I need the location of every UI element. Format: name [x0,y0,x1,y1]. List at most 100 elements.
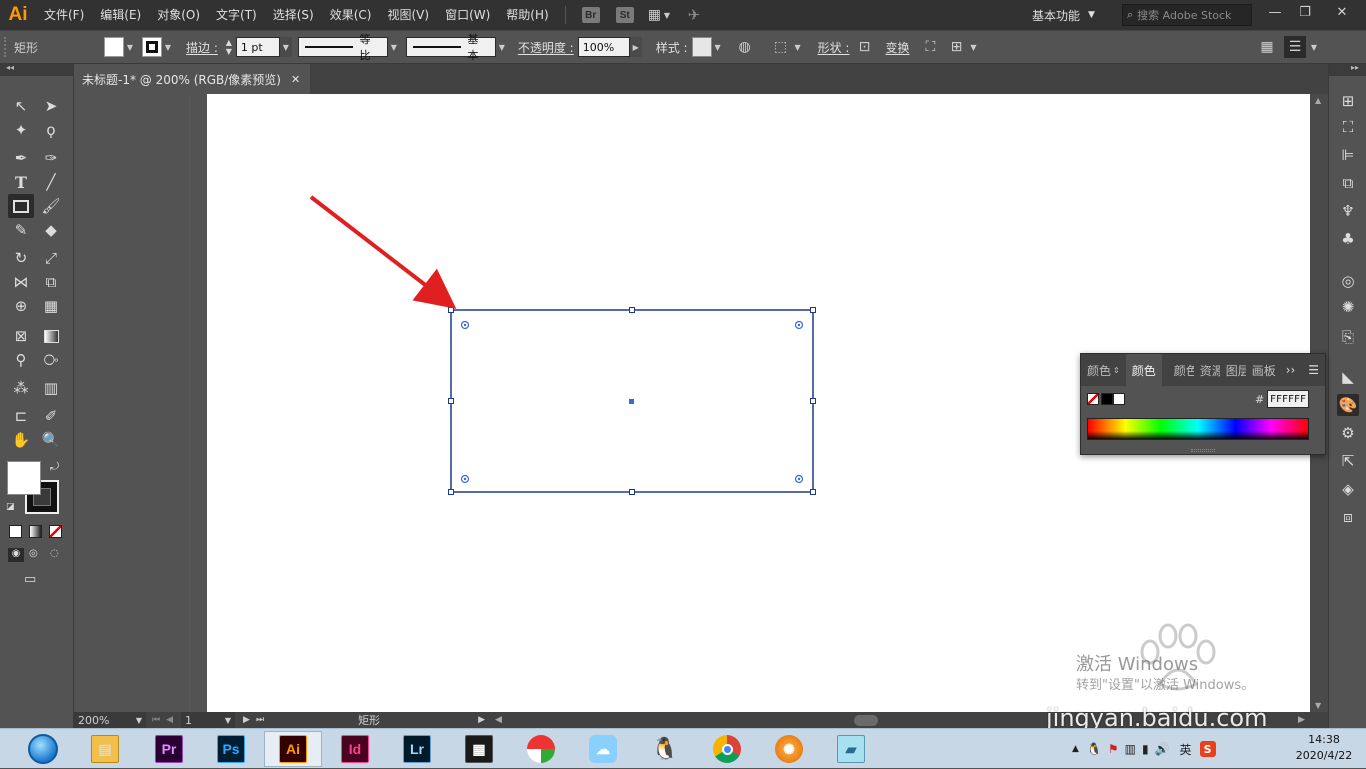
panel-resize-grip[interactable] [1191,449,1215,452]
stroke-weight-input[interactable]: 1 pt [235,37,280,57]
artboard-tool-icon[interactable]: ⊏ [8,404,34,428]
artboards-list-panel-icon[interactable]: ⧈ [1337,506,1359,528]
menu-view[interactable]: 视图(V) [379,0,437,30]
taskbar-lightroom[interactable]: Lr [388,731,446,767]
stock-button[interactable]: St [615,7,634,23]
zoom-tool-icon[interactable]: 🔍 [38,428,64,452]
artboards-panel-icon[interactable]: ⊞ [1337,90,1359,112]
align-to-selection-icon[interactable]: ⬚ [770,36,792,58]
white-swatch[interactable] [1113,393,1125,405]
layers-panel-icon[interactable]: ◈ [1337,478,1359,500]
puppet-warp-icon[interactable]: ⊞ [945,36,967,58]
eraser-tool-icon[interactable]: ◆ [38,218,64,242]
sogou-ime-icon[interactable]: S [1199,741,1216,757]
opacity-label[interactable]: 不透明度 : [514,39,578,56]
type-tool-icon[interactable]: T [8,170,34,194]
gradient-mode-icon[interactable] [29,525,42,538]
chevron-down-icon[interactable]: ▼ [124,37,136,57]
draw-inside-icon[interactable]: ◌ [50,548,59,559]
default-fill-stroke-icon[interactable]: ◪ [6,502,15,512]
tab-color-collapsed[interactable]: 颜色 ⇕ [1081,354,1126,386]
isolate-object-icon[interactable]: ⛶ [919,36,941,58]
free-transform-tool-icon[interactable]: ⧉ [38,270,64,294]
expand-arrows-icon[interactable]: ▸▸ [1351,63,1359,72]
panel-menu-icon[interactable]: ☰ [1308,363,1319,377]
export-panel-icon[interactable]: ⇱ [1337,450,1359,472]
device-tray-icon[interactable]: ▥ [1125,742,1136,756]
column-graph-tool-icon[interactable]: ▥ [38,376,64,400]
close-button[interactable]: ✕ [1320,0,1364,24]
blend-tool-icon[interactable]: ⧂ [38,348,64,372]
flag-tray-icon[interactable]: ⚑ [1108,742,1119,756]
horizontal-scrollbar-thumb[interactable] [854,715,878,726]
hex-color-input[interactable]: FFFFFF [1267,390,1309,408]
arrange-panels-icon[interactable]: ▦ [1256,36,1278,58]
cc-libraries-panel-icon[interactable]: ◎ [1337,270,1359,292]
color-spectrum[interactable] [1087,418,1309,440]
taskbar-video-editor[interactable]: ▦ [450,731,508,767]
taskbar-explorer[interactable]: ▤ [76,731,134,767]
last-artboard-icon[interactable]: ⏭ [256,715,264,725]
prev-artboard-icon[interactable]: ◀ [166,715,173,725]
taskbar-clock[interactable]: 14:38 2020/4/22 [1294,732,1354,766]
control-panel-menu-icon[interactable]: ☰ [1284,36,1306,58]
hand-tool-icon[interactable]: ✋ [8,428,34,452]
bridge-button[interactable]: Br [581,7,600,23]
document-tab[interactable]: 未标题-1* @ 200% (RGB/像素预览) ✕ [74,64,310,94]
h-scroll-left-icon[interactable]: ◀ [495,715,502,725]
shaper-tool-icon[interactable]: ✎ [8,218,34,242]
collapse-arrows-icon[interactable]: ◂◂ [6,63,14,72]
screen-mode-icon[interactable]: ▭ [24,572,36,587]
stock-search-input[interactable]: ⌕ 搜索 Adobe Stock [1122,4,1252,26]
draw-behind-icon[interactable]: ◎ [29,548,38,559]
scroll-up-icon[interactable]: ▲ [1315,96,1321,105]
gradient-panel-icon[interactable]: ◣ [1337,366,1359,388]
close-icon[interactable]: ✕ [291,73,300,86]
shape-label[interactable]: 形状 : [814,39,854,56]
transform-panel-icon[interactable]: ⛶ [1337,116,1359,138]
taskbar-chrome[interactable] [698,731,756,767]
rotate-tool-icon[interactable]: ↻ [8,246,34,270]
style-swatch[interactable] [691,37,712,57]
lasso-tool-icon[interactable]: ϙ [38,118,64,142]
status-menu-icon[interactable]: ▶ [478,715,485,725]
toolbar-collapse-strip[interactable]: ◂◂ [0,63,74,76]
qq-tray-icon[interactable]: 🐧 [1087,742,1102,756]
taskbar-photoshop[interactable]: Ps [202,731,260,767]
symbols-panel-icon[interactable]: ♣ [1337,228,1359,250]
stroke-stepper-icon[interactable]: ▲ ▼ [222,38,236,56]
network-tray-icon[interactable]: ▮ [1142,742,1149,756]
asset-export-panel-icon[interactable]: ⎘ [1337,326,1359,348]
direct-selection-tool-icon[interactable]: ➤ [38,94,64,118]
show-hidden-icons-icon[interactable]: ▲ [1072,744,1079,754]
slice-tool-icon[interactable]: ✐ [38,404,64,428]
more-tabs-icon[interactable]: ›› [1286,363,1296,377]
menu-object[interactable]: 对象(O) [149,0,208,30]
chevron-down-icon[interactable]: ▼ [162,37,174,57]
scale-tool-icon[interactable]: ⤢ [38,246,64,270]
volume-tray-icon[interactable]: 🔊 [1155,742,1170,756]
first-artboard-icon[interactable]: ⏮ [152,715,160,725]
chevron-right-icon[interactable]: ▶ [629,37,642,57]
taskbar-notes-app[interactable]: ▰ [822,731,880,767]
none-swatch[interactable] [1087,393,1099,405]
minimize-button[interactable]: — [1260,0,1290,24]
fill-swatch[interactable] [104,37,124,57]
dock-collapse-strip[interactable]: ▸▸ [1329,63,1366,76]
taskbar-qq[interactable]: 🐧 [636,731,694,767]
gradient-tool-icon[interactable] [38,324,64,348]
paintbrush-tool-icon[interactable]: 🖌 [38,194,64,218]
start-button[interactable] [14,731,72,767]
menu-edit[interactable]: 编辑(E) [92,0,149,30]
perspective-grid-tool-icon[interactable]: ▦ [38,294,64,318]
taskbar-indesign[interactable]: Id [326,731,384,767]
black-swatch[interactable] [1101,393,1113,405]
draw-normal-icon[interactable]: ◉ [8,548,24,562]
artboard-number-select[interactable]: 1 ▼ [181,712,236,728]
recolor-artwork-icon[interactable]: ◍ [734,36,756,58]
color-panel-icon[interactable]: 🎨 [1337,394,1359,416]
selection-tool-icon[interactable]: ↖ [8,94,34,118]
symbol-sprayer-tool-icon[interactable]: ⁂ [8,376,34,400]
zoom-level-select[interactable]: 200% ▼ [74,712,146,728]
opacity-input[interactable]: 100% [577,37,630,57]
